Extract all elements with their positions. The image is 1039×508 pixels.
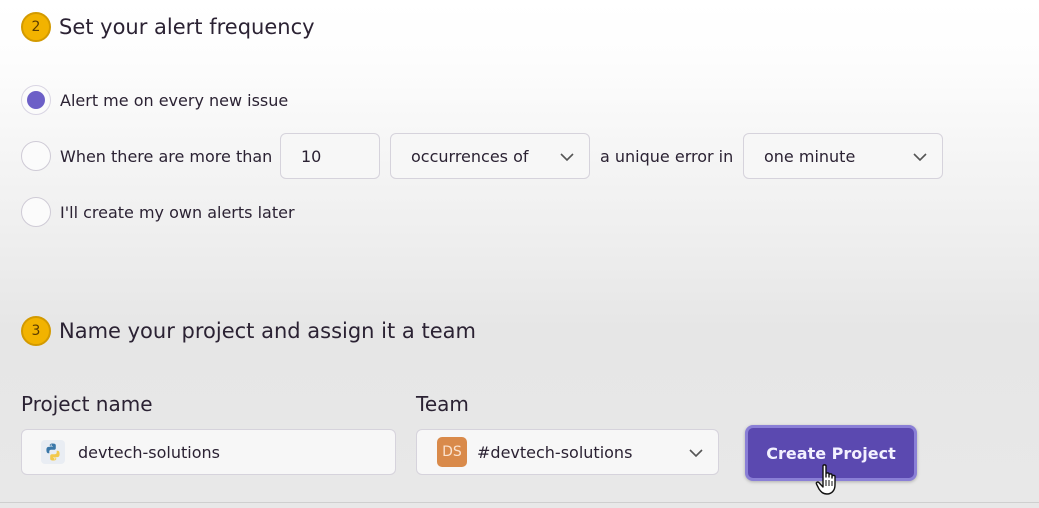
step-2-title: Set your alert frequency [59,15,315,39]
python-icon [41,440,65,464]
threshold-middle-text: a unique error in [600,147,734,166]
occurrence-select[interactable]: occurrences of [390,133,590,179]
team-avatar: DS [437,437,467,467]
radio-threshold[interactable]: When there are more than [21,141,272,171]
step-3-title: Name your project and assign it a team [59,319,476,343]
occurrence-select-value: occurrences of [411,146,529,166]
step-3-heading: 3 Name your project and assign it a team [21,316,476,346]
bottom-divider [0,502,1039,503]
team-select-value: #devtech-solutions [477,442,633,462]
radio-button[interactable] [21,197,51,227]
hand-cursor-icon [815,464,836,495]
team-label: Team [416,392,469,416]
radio-label: When there are more than [60,146,273,166]
chevron-down-icon [560,153,574,162]
team-select[interactable]: DS #devtech-solutions [416,429,719,475]
radio-every-new-issue[interactable]: Alert me on every new issue [21,85,288,115]
radio-label: Alert me on every new issue [60,90,289,110]
step-2-badge: 2 [21,12,51,42]
radio-label: I'll create my own alerts later [60,202,295,222]
threshold-count-input[interactable]: 10 [280,133,380,179]
create-project-label: Create Project [766,443,896,463]
step-2-heading: 2 Set your alert frequency [21,12,315,42]
project-name-input[interactable]: devtech-solutions [21,429,396,475]
radio-dot [27,91,45,109]
threshold-count-value: 10 [301,146,322,166]
radio-button-selected[interactable] [21,85,51,115]
team-avatar-initials: DS [442,444,462,460]
project-name-label: Project name [21,392,153,416]
project-name-value: devtech-solutions [78,442,220,462]
radio-button[interactable] [21,141,51,171]
chevron-down-icon [913,153,927,162]
interval-select-value: one minute [764,146,856,166]
step-3-badge: 3 [21,316,51,346]
radio-own-alerts-later[interactable]: I'll create my own alerts later [21,197,295,227]
interval-select[interactable]: one minute [743,133,943,179]
chevron-down-icon [689,449,703,458]
